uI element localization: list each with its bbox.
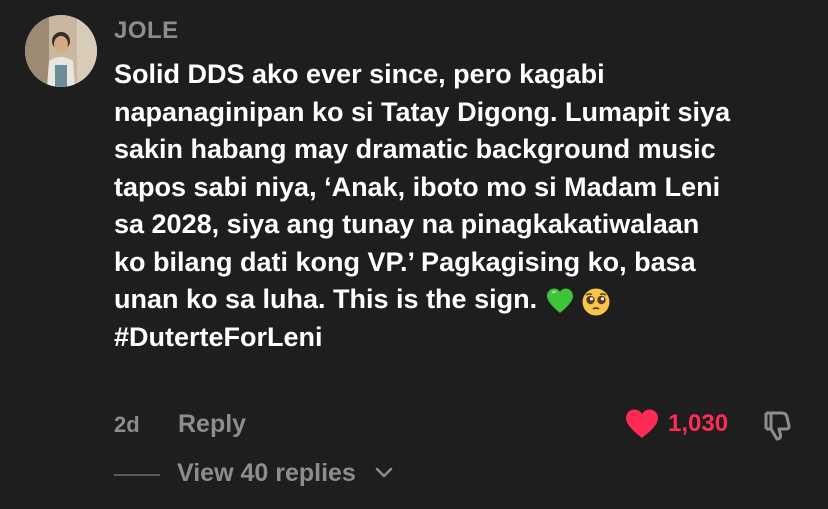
comment-age: 2d xyxy=(114,412,140,437)
chevron-down-icon[interactable] xyxy=(374,466,394,480)
like-count: 1,030 xyxy=(668,410,729,437)
dislike-button[interactable] xyxy=(762,408,796,447)
username[interactable]: JOLE xyxy=(114,17,179,45)
comment-footer: 2d Reply 1,030 xyxy=(114,408,804,442)
reply-button[interactable]: Reply xyxy=(178,410,246,439)
green-heart-emoji xyxy=(547,288,574,313)
emoji-group xyxy=(545,287,611,317)
thumbs-down-icon xyxy=(764,411,791,441)
comment-text: Solid DDS ako ever since, pero kagabi na… xyxy=(114,56,804,356)
hashtag-link[interactable]: #DuterteForLeni xyxy=(114,322,323,352)
like-button[interactable]: 1,030 xyxy=(624,408,728,440)
avatar[interactable] xyxy=(25,15,97,87)
comment-item: JOLE Solid DDS ako ever since, pero kaga… xyxy=(0,0,828,509)
heart-icon xyxy=(626,409,658,438)
pleading-face-emoji xyxy=(582,288,610,316)
view-replies-button[interactable]: View 40 replies xyxy=(177,459,356,488)
replies-divider xyxy=(114,474,160,476)
comment-body: Solid DDS ako ever since, pero kagabi na… xyxy=(114,59,731,314)
